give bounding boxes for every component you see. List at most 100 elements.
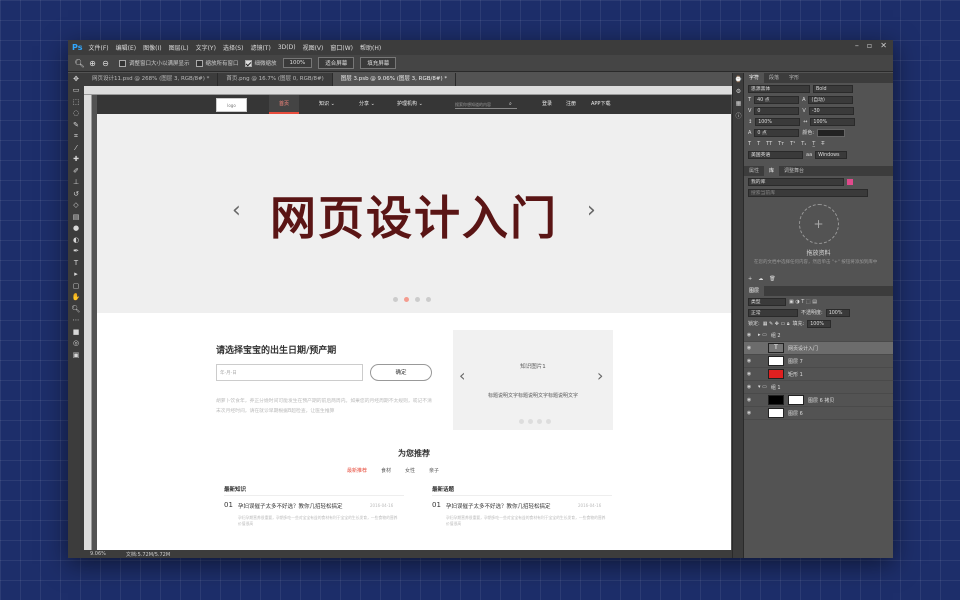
- faux-bold-icon[interactable]: T: [748, 141, 751, 147]
- move-tool-icon[interactable]: ✥: [68, 73, 84, 85]
- menu-select[interactable]: 选择(S): [223, 43, 244, 52]
- tab-character[interactable]: 字符: [744, 73, 765, 83]
- banner-prev-icon[interactable]: ‹: [232, 198, 241, 223]
- zoom-out-icon[interactable]: ⊖: [100, 58, 111, 69]
- language-select[interactable]: 美国英语: [748, 150, 803, 159]
- maximize-icon[interactable]: ▫: [867, 41, 872, 50]
- kerning-field[interactable]: 0: [754, 106, 800, 115]
- menu-view[interactable]: 视图(V): [303, 43, 324, 52]
- rec-tab-women[interactable]: 女性: [405, 467, 415, 474]
- menu-3d[interactable]: 3D(D): [278, 44, 296, 51]
- all-caps-icon[interactable]: TT: [766, 141, 772, 147]
- eyedropper-tool-icon[interactable]: ⁄: [68, 142, 84, 154]
- menu-help[interactable]: 帮助(H): [360, 43, 381, 52]
- add-asset-icon[interactable]: +: [798, 204, 839, 244]
- eye-icon[interactable]: ◉: [744, 371, 754, 377]
- nav-share[interactable]: 分享 ⌄: [359, 95, 375, 114]
- vertical-scale-field[interactable]: 100%: [755, 117, 801, 126]
- banner-dot[interactable]: [426, 297, 431, 302]
- library-search-input[interactable]: 搜索当前库: [748, 188, 868, 197]
- date-input[interactable]: 年-月-日: [216, 364, 363, 381]
- quick-select-tool-icon[interactable]: ✎: [68, 119, 84, 131]
- eye-icon[interactable]: ◉: [744, 358, 754, 364]
- font-size-field[interactable]: 40 点: [754, 95, 800, 104]
- tab-layers[interactable]: 图层: [744, 286, 765, 296]
- dodge-tool-icon[interactable]: ◐: [68, 234, 84, 246]
- lasso-tool-icon[interactable]: ◌: [68, 108, 84, 120]
- fit-screen-button[interactable]: 适合屏幕: [318, 57, 355, 69]
- banner-dot[interactable]: [393, 297, 398, 302]
- screen-mode-icon[interactable]: ▣: [68, 349, 84, 361]
- horizontal-scale-field[interactable]: 100%: [810, 117, 856, 126]
- quick-mask-icon[interactable]: ◎: [68, 338, 84, 350]
- trash-icon[interactable]: 🗑︎: [769, 276, 775, 282]
- tab-doc-2[interactable]: 首页.png @ 16.7% (图层 0, RGB/8#): [218, 73, 333, 86]
- leading-field[interactable]: (自动): [808, 95, 854, 104]
- eye-icon[interactable]: ◉: [744, 397, 754, 403]
- baseline-field[interactable]: 0 点: [754, 128, 800, 137]
- site-search-input[interactable]: 搜索你想知道的内容: [455, 100, 517, 109]
- register-link[interactable]: 注册: [566, 95, 576, 114]
- knowledge-dot[interactable]: [546, 419, 551, 424]
- eye-icon[interactable]: ◉: [744, 332, 754, 338]
- fill-screen-button[interactable]: 填充屏幕: [360, 57, 397, 69]
- menu-type[interactable]: 文字(Y): [196, 43, 216, 52]
- item-title-link[interactable]: 孕妇误催子太多不好选？教你几招轻松搞定: [446, 502, 551, 510]
- crop-tool-icon[interactable]: ⌗: [68, 131, 84, 143]
- item-title-link[interactable]: 孕妇误催子太多不好选？教你几招轻松搞定: [238, 502, 343, 510]
- underline-icon[interactable]: T̲: [812, 141, 815, 147]
- rec-tab-parenting[interactable]: 亲子: [429, 467, 439, 474]
- minimize-icon[interactable]: –: [855, 41, 859, 50]
- zoom-tool-icon[interactable]: 🔍︎: [74, 58, 85, 69]
- hand-tool-icon[interactable]: ✋: [68, 292, 84, 304]
- menu-image[interactable]: 图像(I): [143, 43, 161, 52]
- add-icon[interactable]: +: [748, 276, 752, 282]
- shape-tool-icon[interactable]: ▢: [68, 280, 84, 292]
- more-tools-icon[interactable]: ⋯: [68, 315, 84, 327]
- blur-tool-icon[interactable]: ●: [68, 223, 84, 235]
- faux-italic-icon[interactable]: T: [757, 141, 760, 147]
- eye-icon[interactable]: ◉: [744, 384, 754, 390]
- small-caps-icon[interactable]: Tт: [778, 141, 784, 147]
- menu-edit[interactable]: 编辑(E): [116, 43, 136, 52]
- menu-filter[interactable]: 滤镜(T): [250, 43, 270, 52]
- zoom-tool-icon-2[interactable]: 🔍︎: [68, 303, 84, 315]
- search-icon[interactable]: ⌕: [509, 95, 512, 114]
- knowledge-prev-icon[interactable]: ‹: [459, 366, 465, 385]
- strikethrough-icon[interactable]: T̶: [821, 141, 824, 147]
- path-select-icon[interactable]: ▸: [68, 269, 84, 281]
- brush-tool-icon[interactable]: ✐: [68, 165, 84, 177]
- layer-row[interactable]: ◉ ▾ ▭ 组 1: [744, 381, 893, 394]
- layer-kind-select[interactable]: 类型: [748, 297, 786, 306]
- filter-icons[interactable]: ▣ ◑ T ⬚ ▤: [789, 299, 817, 305]
- layer-row[interactable]: ◉ 图层 7: [744, 355, 893, 368]
- artboard-tool-icon[interactable]: ▭: [68, 85, 84, 97]
- banner-next-icon[interactable]: ›: [587, 198, 596, 223]
- knowledge-next-icon[interactable]: ›: [597, 366, 603, 385]
- layer-row[interactable]: ◉ 图层 6: [744, 407, 893, 420]
- app-download-link[interactable]: APP下载: [591, 95, 610, 114]
- superscript-icon[interactable]: T¹: [790, 141, 795, 147]
- site-logo[interactable]: logo: [216, 98, 247, 112]
- knowledge-dot[interactable]: [528, 419, 533, 424]
- menu-layer[interactable]: 图层(L): [169, 43, 189, 52]
- layer-row-selected[interactable]: ◉ T 网页设计入门: [744, 342, 893, 355]
- document-canvas[interactable]: logo 首页 知识 ⌄ 分享 ⌄ 护理机构 ⌄ 搜索你想知道的内容 ⌕ 登录 …: [97, 95, 731, 550]
- pen-tool-icon[interactable]: ✒: [68, 246, 84, 258]
- menu-file[interactable]: 文件(F): [88, 43, 108, 52]
- text-color-swatch[interactable]: [817, 128, 846, 137]
- rec-tab-food[interactable]: 食材: [381, 467, 391, 474]
- grid-view-icon[interactable]: [847, 178, 853, 185]
- layer-row[interactable]: ◉ 矩形 1: [744, 368, 893, 381]
- tab-glyphs[interactable]: 字形: [784, 73, 804, 83]
- fill-field[interactable]: 100%: [807, 319, 832, 328]
- knowledge-dot[interactable]: [537, 419, 542, 424]
- banner-dot[interactable]: [415, 297, 420, 302]
- library-select[interactable]: 我的库: [748, 177, 844, 186]
- nav-knowledge[interactable]: 知识 ⌄: [319, 95, 335, 114]
- lock-icons[interactable]: ▦ ✎ ✥ ▭ 🔒︎: [763, 321, 790, 327]
- menu-window[interactable]: 窗口(W): [330, 43, 353, 52]
- tab-libraries[interactable]: 库: [764, 166, 780, 176]
- eraser-tool-icon[interactable]: ◇: [68, 200, 84, 212]
- layer-row[interactable]: ◉ ▸ ▭ 组 2: [744, 329, 893, 342]
